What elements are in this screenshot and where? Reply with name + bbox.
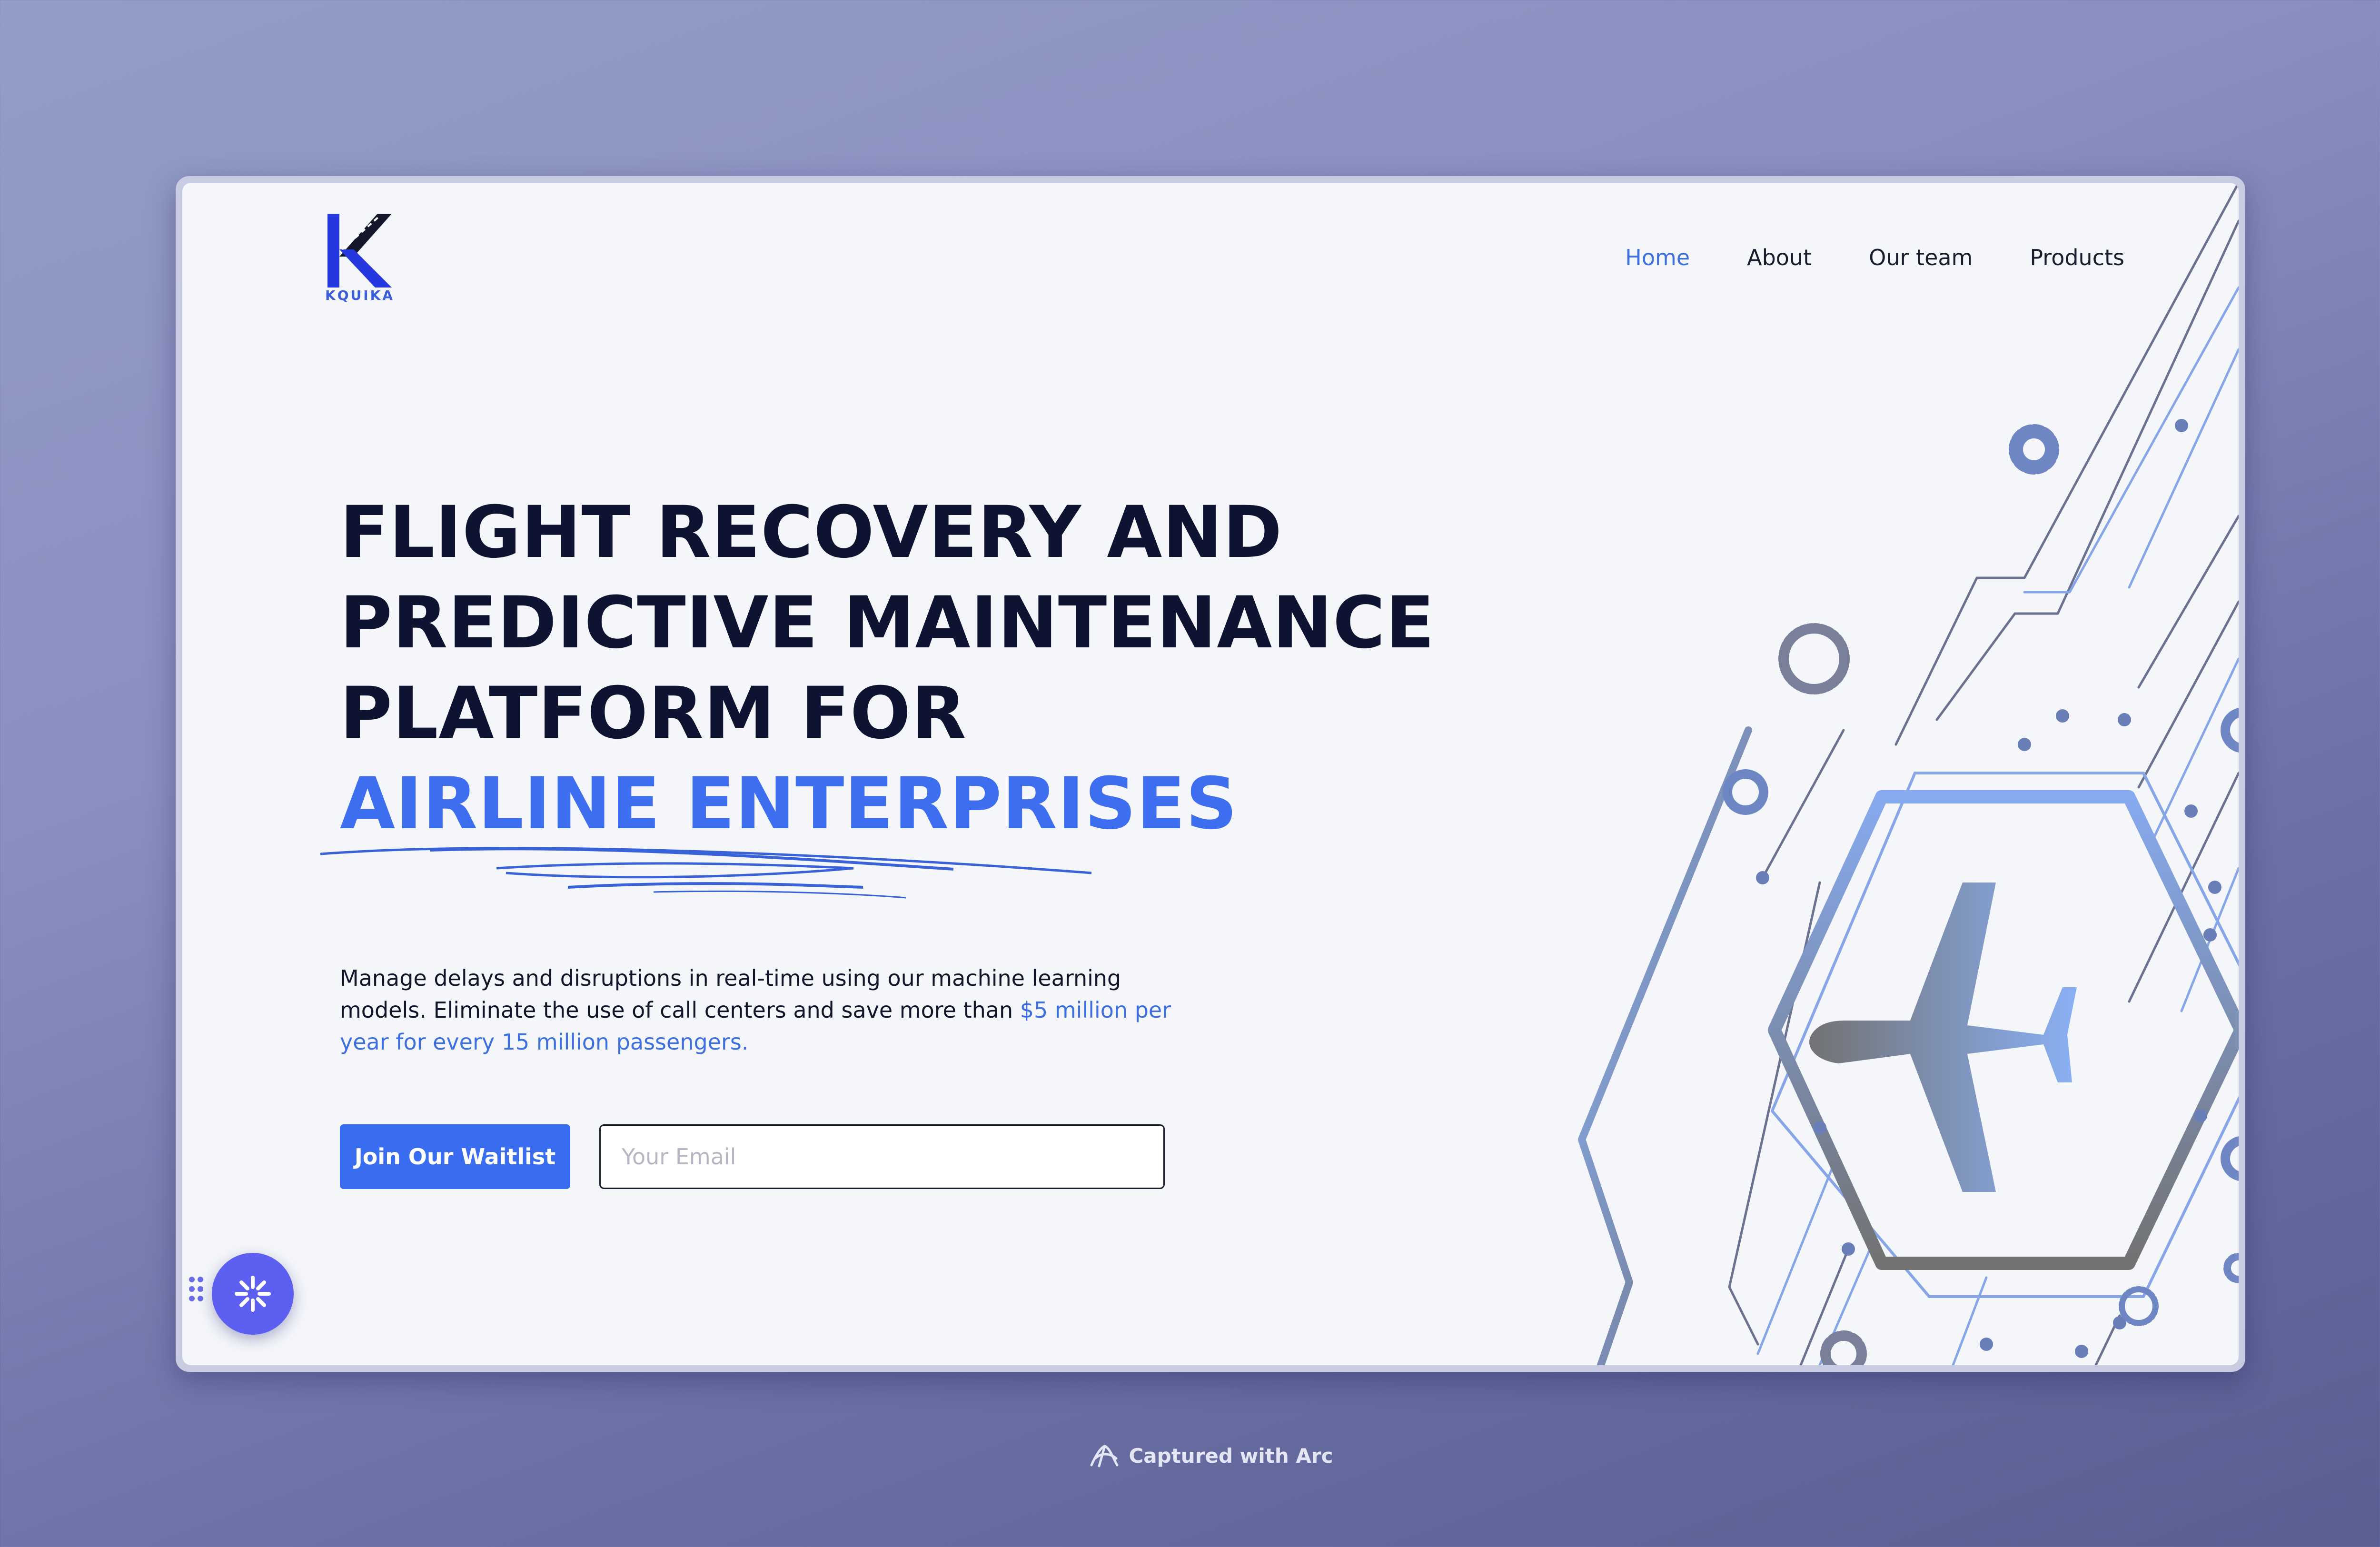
kquika-logo-icon: [327, 214, 392, 288]
landing-page: KQUIKA Home About Our team Products FLIG…: [182, 183, 2239, 1365]
capture-footer: Captured with Arc: [0, 1442, 2380, 1469]
sparkle-icon: [235, 1276, 271, 1312]
headline-accent: AIRLINE ENTERPRISES: [340, 763, 1238, 845]
underline-scribble: [320, 847, 1092, 899]
headline-line-2: PREDICTIVE MAINTENANCE: [340, 582, 1435, 664]
assistant-widget-button[interactable]: [212, 1253, 294, 1335]
headline-line-1: FLIGHT RECOVERY AND: [340, 491, 1283, 574]
footer-text: Captured with Arc: [1129, 1444, 1333, 1468]
airplane-circuit-hexagon-icon: [1578, 183, 2239, 1365]
arc-logo-icon: [1090, 1445, 1119, 1468]
kquika-logo[interactable]: KQUIKA: [325, 211, 395, 307]
hero-description: Manage delays and disruptions in real-ti…: [340, 962, 1178, 1058]
headline-line-3: PLATFORM FOR: [340, 672, 967, 755]
drag-handle-icon[interactable]: [189, 1277, 205, 1303]
description-text: Manage delays and disruptions in real-ti…: [340, 965, 1121, 1023]
browser-window: KQUIKA Home About Our team Products FLIG…: [176, 176, 2245, 1372]
email-input[interactable]: [599, 1124, 1165, 1189]
hero-headline: FLIGHT RECOVERY AND PREDICTIVE MAINTENAN…: [340, 487, 1577, 849]
brand-name: KQUIKA: [325, 288, 395, 303]
join-waitlist-button[interactable]: Join Our Waitlist: [340, 1124, 570, 1189]
